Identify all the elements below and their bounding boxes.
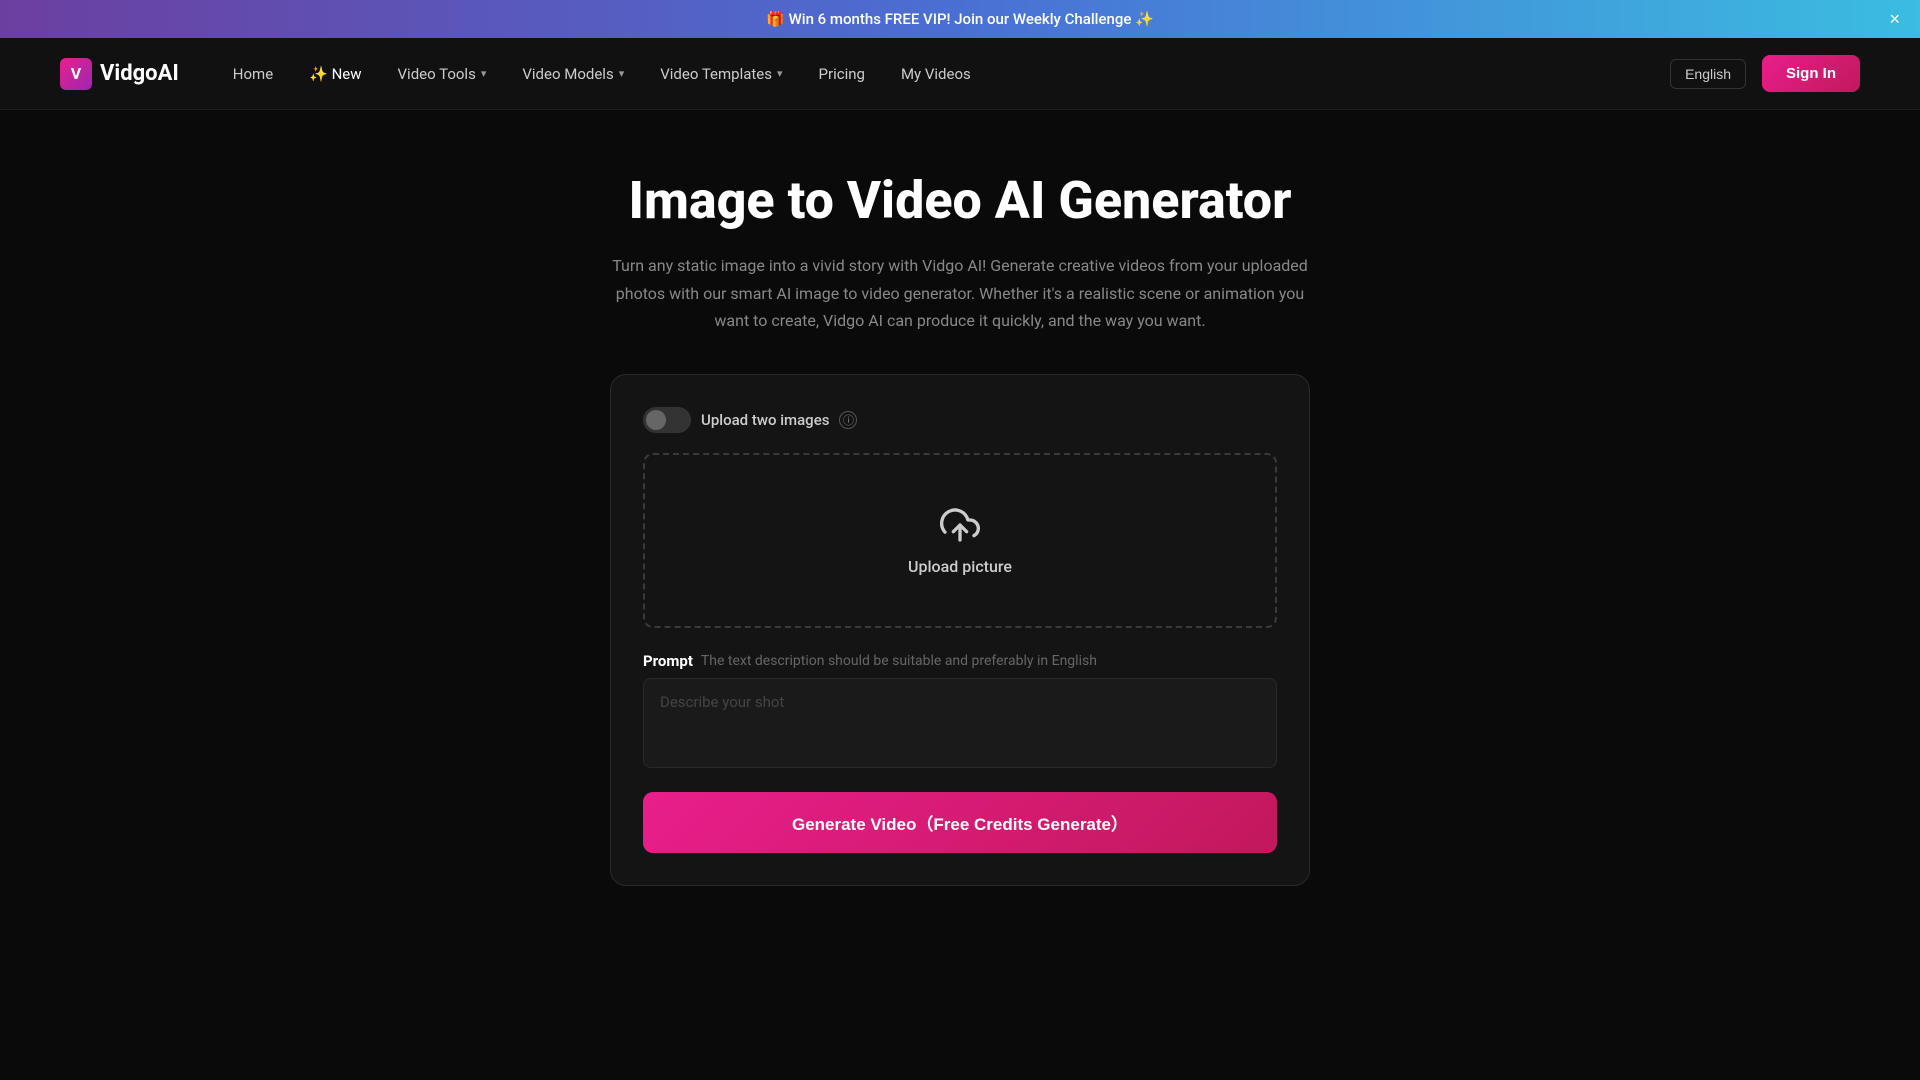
navbar: V VidgoAI Home ✨ New Video Tools ▾ Video… (0, 38, 1920, 110)
nav-link-pricing[interactable]: Pricing (805, 57, 879, 91)
logo[interactable]: V VidgoAI (60, 58, 179, 90)
nav-link-video-tools[interactable]: Video Tools ▾ (384, 57, 501, 91)
nav-link-my-videos[interactable]: My Videos (887, 57, 985, 91)
logo-icon: V (60, 58, 92, 90)
navbar-left: V VidgoAI Home ✨ New Video Tools ▾ Video… (60, 57, 985, 91)
tool-card: Upload two images ⓘ Upload picture Promp… (610, 374, 1310, 886)
navbar-right: English Sign In (1670, 55, 1860, 92)
chevron-down-icon: ▾ (777, 67, 783, 80)
banner-text: 🎁 Win 6 months FREE VIP! Join our Weekly… (766, 10, 1154, 28)
toggle-knob (646, 410, 666, 430)
chevron-down-icon: ▾ (481, 67, 487, 80)
nav-links: Home ✨ New Video Tools ▾ Video Models ▾ … (219, 57, 985, 91)
logo-text: VidgoAI (100, 61, 179, 86)
page-subtitle: Turn any static image into a vivid story… (610, 252, 1310, 334)
upload-icon (940, 505, 980, 545)
banner-close-button[interactable]: × (1889, 10, 1900, 28)
nav-link-video-templates[interactable]: Video Templates ▾ (646, 57, 796, 91)
nav-link-home[interactable]: Home (219, 57, 287, 91)
sign-in-button[interactable]: Sign In (1762, 55, 1860, 92)
nav-link-new[interactable]: ✨ New (295, 57, 375, 91)
upload-text: Upload picture (665, 557, 1255, 576)
page-title: Image to Video AI Generator (380, 170, 1540, 232)
toggle-label: Upload two images (701, 411, 829, 429)
chevron-down-icon: ▾ (619, 67, 625, 80)
nav-link-video-models[interactable]: Video Models ▾ (508, 57, 638, 91)
prompt-label: Prompt (643, 652, 693, 670)
language-button[interactable]: English (1670, 59, 1746, 89)
prompt-hint: The text description should be suitable … (701, 653, 1097, 669)
upload-area[interactable]: Upload picture (643, 453, 1277, 628)
generate-button[interactable]: Generate Video（Free Credits Generate） (643, 792, 1277, 853)
prompt-textarea[interactable] (643, 678, 1277, 768)
prompt-label-row: Prompt The text description should be su… (643, 652, 1277, 670)
upload-two-images-toggle[interactable] (643, 407, 691, 433)
toggle-row: Upload two images ⓘ (643, 407, 1277, 433)
promo-banner: 🎁 Win 6 months FREE VIP! Join our Weekly… (0, 0, 1920, 38)
main-content: Image to Video AI Generator Turn any sta… (360, 110, 1560, 926)
info-icon[interactable]: ⓘ (839, 411, 857, 429)
